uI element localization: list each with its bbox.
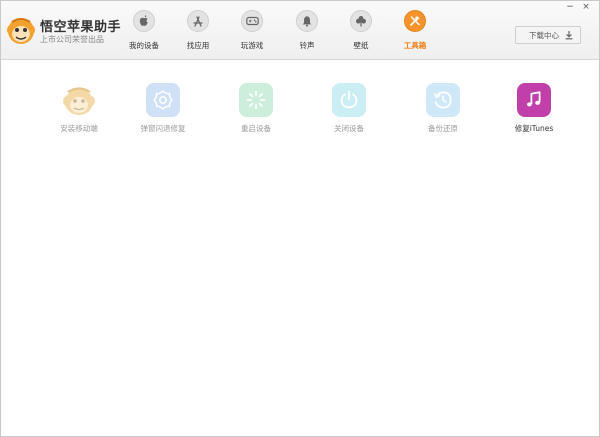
monkey-logo-icon — [7, 18, 35, 44]
download-center-label: 下载中心 — [529, 31, 559, 40]
app-logo: 悟空苹果助手 上市公司荣誉出品 — [7, 11, 121, 51]
app-subtitle: 上市公司荣誉出品 — [40, 35, 104, 44]
power-icon — [332, 83, 366, 117]
nav-label: 找应用 — [186, 41, 210, 50]
app-title: 悟空苹果助手 — [40, 20, 122, 35]
nav-toolbox[interactable]: 工具箱 — [390, 1, 440, 59]
tool-shutdown-device[interactable]: 关闭设备 — [309, 83, 389, 139]
nav-label: 工具箱 — [403, 41, 427, 50]
download-center-button[interactable]: 下载中心 — [515, 26, 581, 44]
apple-icon — [133, 10, 155, 32]
spinner-icon — [239, 83, 273, 117]
tool-label: 弹窗闪退修复 — [140, 124, 186, 133]
nav-label: 壁纸 — [353, 41, 369, 50]
download-icon — [565, 31, 573, 40]
nav-find-apps[interactable]: 找应用 — [173, 1, 223, 59]
tool-restart-device[interactable]: 重启设备 — [216, 83, 296, 139]
nav-ringtones[interactable]: 铃声 — [282, 1, 332, 59]
nav-label: 我的设备 — [129, 41, 159, 50]
nav-label: 铃声 — [299, 41, 315, 50]
bell-icon — [296, 10, 318, 32]
minimize-button[interactable]: − — [564, 2, 576, 13]
nav-label: 玩游戏 — [240, 41, 264, 50]
nav-wallpapers[interactable]: 壁纸 — [336, 1, 386, 59]
tool-label: 关闭设备 — [334, 124, 364, 133]
tool-label: 安装移动端 — [60, 124, 98, 133]
nav-my-device[interactable]: 我的设备 — [119, 1, 169, 59]
tool-install-mobile[interactable]: 安装移动端 — [39, 83, 119, 139]
tools-icon — [404, 10, 426, 32]
close-button[interactable]: × — [580, 2, 592, 13]
flower-gear-icon — [146, 83, 180, 117]
music-note-icon — [517, 83, 551, 117]
tool-label: 重启设备 — [241, 124, 271, 133]
tool-repair-itunes[interactable]: 修复iTunes — [494, 83, 574, 139]
nav-play-games[interactable]: 玩游戏 — [227, 1, 277, 59]
tool-crash-fix[interactable]: 弹窗闪退修复 — [123, 83, 203, 139]
tool-backup-restore[interactable]: 备份还原 — [403, 83, 483, 139]
tool-label: 备份还原 — [428, 124, 458, 133]
clock-restore-icon — [426, 83, 460, 117]
tool-label: 修复iTunes — [514, 124, 554, 133]
main-window: 悟空苹果助手 上市公司荣誉出品 我的设备 找应用 玩游戏 铃声 壁纸 工具箱 −… — [0, 0, 600, 437]
top-bar: 悟空苹果助手 上市公司荣誉出品 我的设备 找应用 玩游戏 铃声 壁纸 工具箱 −… — [1, 1, 599, 60]
clover-icon — [350, 10, 372, 32]
gamepad-icon — [241, 10, 263, 32]
app-store-icon — [187, 10, 209, 32]
monkey-icon — [62, 83, 96, 117]
